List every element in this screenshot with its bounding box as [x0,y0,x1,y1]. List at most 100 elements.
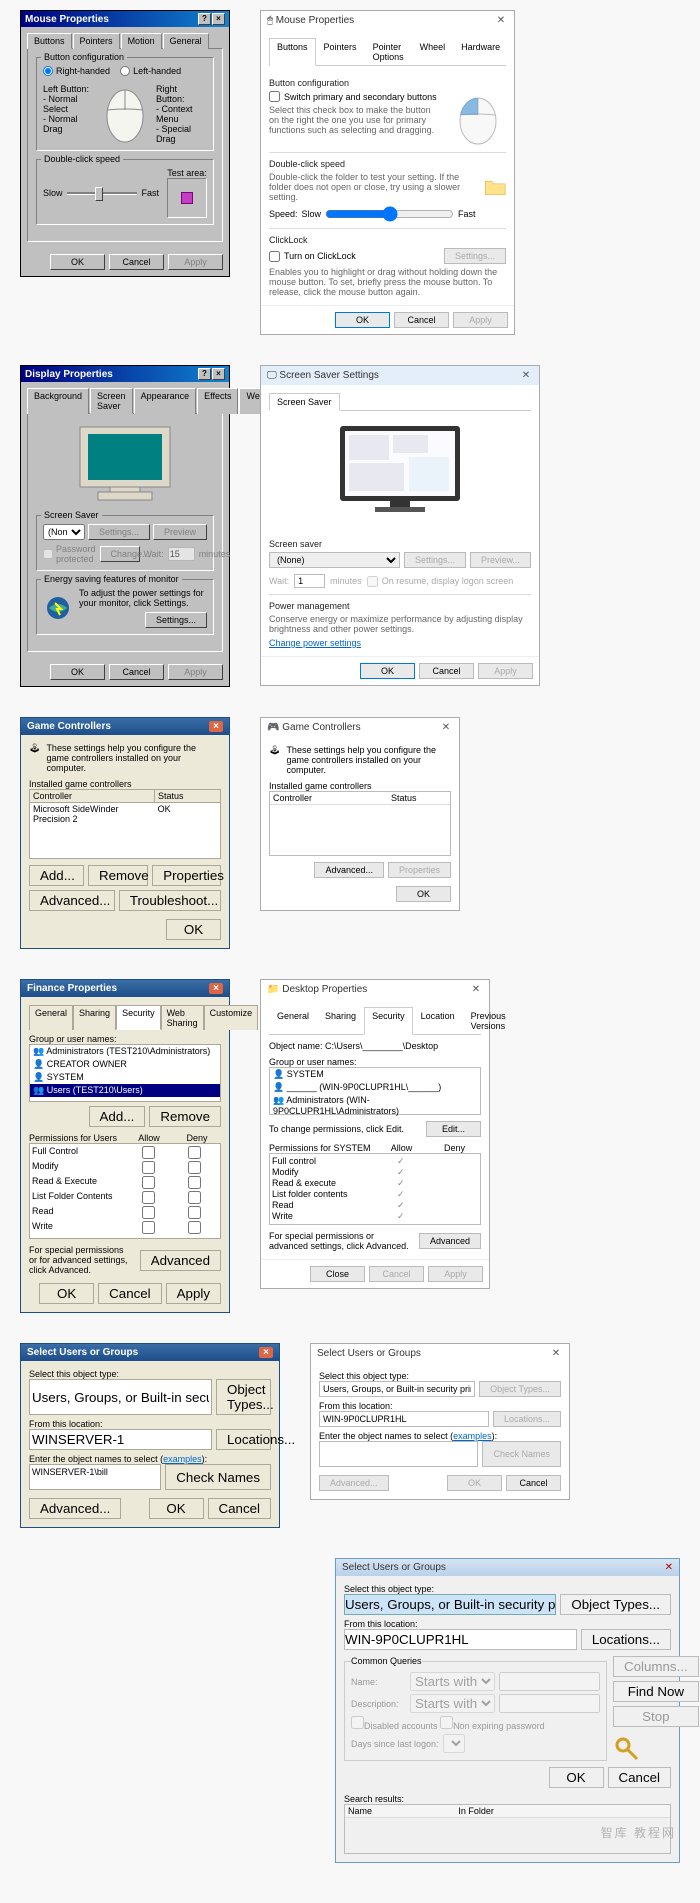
ok-button[interactable]: OK [149,1498,204,1519]
tab-customize[interactable]: Customize [204,1005,259,1030]
tab-location[interactable]: Location [413,1007,463,1035]
close-icon[interactable]: × [209,721,223,732]
titlebar[interactable]: Display Properties ?× [21,366,229,382]
titlebar[interactable]: Select Users or Groups ✕ [311,1344,569,1363]
wait-input[interactable] [294,574,325,588]
type-input[interactable] [29,1379,212,1415]
col-folder[interactable]: In Folder [455,1805,670,1817]
stop-button[interactable]: Stop [613,1706,699,1727]
location-input[interactable] [29,1429,212,1450]
speed-slider[interactable] [325,206,454,222]
object-types-button[interactable]: Object Types... [216,1379,271,1415]
find-now-button[interactable]: Find Now [613,1681,699,1702]
col-name[interactable]: Name [345,1805,455,1817]
tab-prev-versions[interactable]: Previous Versions [463,1007,514,1035]
list-item[interactable]: 👤 CREATOR OWNER [30,1058,220,1071]
close-icon[interactable]: ✕ [665,1562,673,1573]
change-power-link[interactable]: Change power settings [269,638,531,648]
speed-slider[interactable] [67,192,138,195]
allow-check[interactable] [142,1161,155,1174]
apply-button[interactable]: Apply [166,1283,221,1304]
props-button[interactable]: Properties [388,862,451,878]
tab-buttons[interactable]: Buttons [269,38,316,66]
edit-button[interactable]: Edit... [426,1121,481,1137]
advanced-button[interactable]: Advanced... [29,1498,121,1519]
close-icon[interactable]: × [212,368,225,380]
tab-sharing[interactable]: Sharing [317,1007,364,1035]
list-item-selected[interactable]: 👥 Users (TEST210\Users) [30,1084,220,1097]
ok-button[interactable]: OK [549,1767,604,1788]
close-icon[interactable]: ✕ [439,722,453,733]
tab-security[interactable]: Security [364,1007,413,1035]
titlebar[interactable]: Game Controllers × [21,718,229,735]
advanced-button[interactable]: Advanced... [319,1475,389,1491]
allow-check[interactable] [142,1206,155,1219]
radio-left-handed[interactable]: Left-handed [120,66,181,76]
cancel-button[interactable]: Cancel [506,1475,561,1491]
list-item[interactable]: 👤 SYSTEM [30,1071,220,1084]
tab-pointer-options[interactable]: Pointer Options [365,38,412,66]
close-icon[interactable]: × [209,983,223,994]
locations-button[interactable]: Locations... [581,1629,671,1650]
apply-button[interactable]: Apply [428,1266,483,1282]
locations-button[interactable]: Locations... [216,1429,271,1450]
close-icon[interactable]: ✕ [469,984,483,995]
locations-button[interactable]: Locations... [493,1411,561,1427]
tab-effects[interactable]: Effects [197,388,238,414]
examples-link[interactable]: examples [453,1431,492,1441]
ok-button[interactable]: OK [166,919,221,940]
deny-check[interactable] [188,1176,201,1189]
titlebar[interactable]: Select Users or Groups ✕ [336,1559,679,1576]
tab-wheel[interactable]: Wheel [412,38,454,66]
ok-button[interactable]: OK [335,312,390,328]
location-input[interactable] [319,1411,489,1427]
cancel-button[interactable]: Cancel [608,1767,672,1788]
ok-button[interactable]: OK [39,1283,94,1304]
tab-general[interactable]: General [29,1005,73,1030]
cancel-button[interactable]: Cancel [98,1283,162,1304]
deny-check[interactable] [188,1191,201,1204]
users-list[interactable]: 👤 SYSTEM 👤 ______ (WIN-9P0CLUPR1HL\_____… [269,1067,481,1115]
troubleshoot-button[interactable]: Troubleshoot... [119,890,221,911]
screensaver-select[interactable]: (None) [43,524,85,540]
settings-button[interactable]: Settings... [444,248,506,264]
allow-check[interactable] [142,1191,155,1204]
cancel-button[interactable]: Cancel [419,663,474,679]
tab-sharing[interactable]: Sharing [73,1005,116,1030]
cancel-button[interactable]: Cancel [109,254,164,270]
controllers-list[interactable]: Controller Status Microsoft SideWinder P… [29,789,221,859]
apply-button[interactable]: Apply [478,663,533,679]
apply-button[interactable]: Apply [168,254,223,270]
tab-motion[interactable]: Motion [121,33,162,49]
list-item[interactable]: 👤 SYSTEM [270,1068,480,1081]
deny-check[interactable] [188,1161,201,1174]
settings-button[interactable]: Settings... [88,524,150,540]
help-icon[interactable]: ? [198,368,211,380]
titlebar[interactable]: Finance Properties × [21,980,229,997]
names-input[interactable]: WINSERVER-1\bill [29,1464,161,1490]
titlebar[interactable]: 🖱 Mouse Properties ✕ [261,11,514,30]
cancel-button[interactable]: Cancel [369,1266,424,1282]
allow-check[interactable] [142,1221,155,1234]
tab-buttons[interactable]: Buttons [27,33,72,49]
tab-pointers[interactable]: Pointers [316,38,365,66]
switch-checkbox[interactable]: Switch primary and secondary buttons [269,91,443,102]
titlebar[interactable]: 🖵 Screen Saver Settings ✕ [261,366,539,385]
list-item[interactable]: 👤 ______ (WIN-9P0CLUPR1HL\______) [270,1081,480,1094]
remove-button[interactable]: Remove [149,1106,221,1127]
close-icon[interactable]: × [212,13,225,25]
deny-check[interactable] [188,1206,201,1219]
pwd-checkbox[interactable]: Password protected [43,544,96,564]
close-icon[interactable]: ✕ [519,370,533,381]
list-item[interactable]: 👥 Administrators (WIN-9P0CLUPR1HL\Admini… [270,1094,480,1117]
controllers-list[interactable]: Controller Status [269,791,451,856]
ok-button[interactable]: OK [360,663,415,679]
help-icon[interactable]: ? [198,13,211,25]
close-button[interactable]: Close [310,1266,365,1282]
screensaver-select[interactable]: (None) [269,552,400,568]
advanced-button[interactable]: Advanced [140,1250,221,1271]
columns-button[interactable]: Columns... [613,1656,699,1677]
object-types-button[interactable]: Object Types... [479,1381,561,1397]
tab-pointers[interactable]: Pointers [73,33,120,49]
check-names-button[interactable]: Check Names [482,1441,561,1467]
